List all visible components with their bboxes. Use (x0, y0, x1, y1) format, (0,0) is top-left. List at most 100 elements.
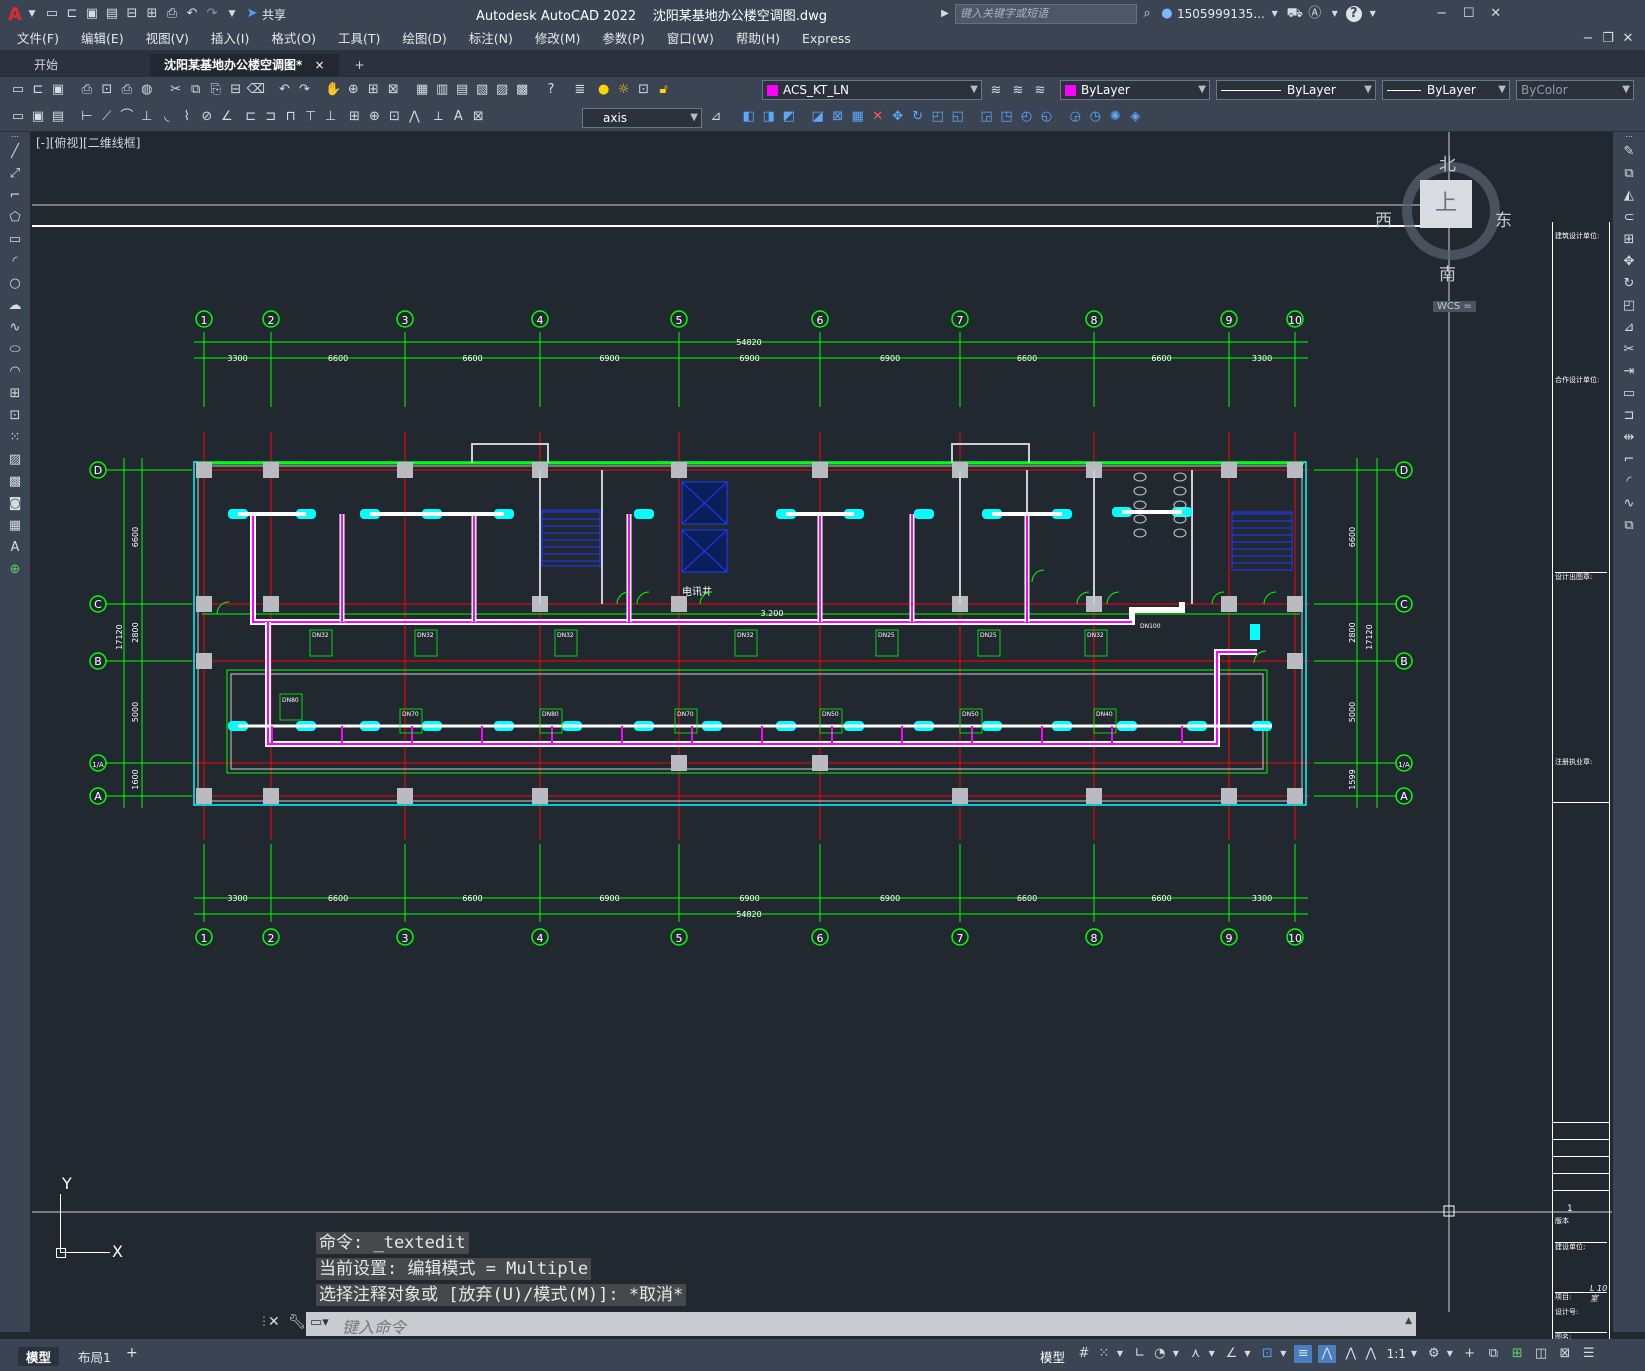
menu-express[interactable]: Express (791, 28, 862, 50)
offset-icon[interactable]: ⊂ (1619, 208, 1639, 228)
app-logo[interactable]: A (8, 4, 22, 25)
explode-icon[interactable]: ✺ (1106, 108, 1124, 126)
redo-icon[interactable]: ↷ (295, 81, 313, 99)
chevron-down-icon[interactable]: ▼ (1115, 1345, 1125, 1363)
doc-restore-icon[interactable]: ❐ (1599, 30, 1617, 48)
move-icon[interactable]: ✥ (889, 108, 907, 126)
match-icon[interactable]: ⊟ (227, 81, 245, 99)
dim-break-icon[interactable]: ⊥ (322, 108, 340, 126)
offset-icon[interactable]: ⊠ (829, 108, 847, 126)
workspace-icon[interactable]: ⚙ (1425, 1345, 1443, 1363)
erase-icon[interactable]: ✕ (869, 108, 887, 126)
compass-north[interactable]: 北 (1439, 150, 1456, 175)
layer-prev-icon[interactable]: ≋ (1009, 82, 1027, 100)
extend-icon[interactable]: ⇥ (1619, 362, 1639, 382)
zoom-realtime-icon[interactable]: ⊕ (344, 81, 362, 99)
zoom-prev-icon[interactable]: ⊠ (384, 81, 402, 99)
menu-edit[interactable]: 编辑(E) (70, 28, 135, 50)
stretch-icon[interactable]: ⊿ (1619, 318, 1639, 338)
fillet-icon[interactable]: ◜ (1619, 472, 1639, 492)
array-icon[interactable]: ⊞ (1619, 230, 1639, 250)
rectangle-icon[interactable]: ▭ (5, 230, 25, 250)
trim-icon[interactable]: ◲ (977, 108, 995, 126)
dim-style-icon[interactable]: ⊿ (707, 108, 725, 126)
command-input[interactable]: ▭▾ 键入命令 ▲ (306, 1312, 1416, 1337)
qdim-icon[interactable]: ⊏ (242, 108, 260, 126)
new-icon[interactable]: ▭ (9, 81, 27, 99)
open-icon[interactable]: ⊏ (29, 81, 47, 99)
explode-icon[interactable]: ⧉ (1619, 516, 1639, 536)
chevron-down-icon[interactable]: ▼ (1242, 1345, 1252, 1363)
hatch-icon[interactable]: ▨ (5, 450, 25, 470)
minimize-icon[interactable]: − (1433, 5, 1451, 23)
line-icon[interactable]: ╱ (5, 142, 25, 162)
customize-status-icon[interactable]: ☰ (1580, 1345, 1598, 1363)
snap-icon[interactable]: ⁙ (1095, 1345, 1113, 1363)
3d-wedge-icon[interactable]: ◨ (760, 108, 778, 126)
publish-icon[interactable]: ⎙ (118, 81, 136, 99)
add-layout-button[interactable]: + (126, 1345, 138, 1361)
rotate-icon[interactable]: ↻ (1619, 274, 1639, 294)
compass-south[interactable]: 南 (1439, 260, 1456, 285)
customize-icon[interactable]: ▼ (223, 5, 241, 23)
dim-aligned-icon[interactable]: ⟋ (98, 108, 116, 126)
print-icon[interactable]: ⎙ (163, 5, 181, 23)
rotate-icon[interactable]: ↻ (909, 108, 927, 126)
share-button[interactable]: 共享 (262, 6, 286, 23)
dimstyle-dropdown[interactable]: axis ▼ (582, 108, 702, 128)
dim-angular-icon[interactable]: ∠ (218, 108, 236, 126)
close-command-icon[interactable]: ✕ (268, 1314, 280, 1330)
dim-update-icon[interactable]: ⊠ (469, 108, 487, 126)
units-icon[interactable]: ⧉ (1484, 1345, 1502, 1363)
fullscreen-icon[interactable]: ⊠ (1556, 1345, 1574, 1363)
chamfer-icon[interactable]: ◶ (1066, 108, 1084, 126)
web-icon[interactable]: ◍ (138, 81, 156, 99)
menu-dimension[interactable]: 标注(N) (458, 28, 524, 50)
gradient-icon[interactable]: ▩ (5, 472, 25, 492)
grid-icon[interactable]: # (1075, 1345, 1093, 1363)
menu-window[interactable]: 窗口(W) (656, 28, 725, 50)
doc-close-icon[interactable]: ✕ (1619, 30, 1637, 48)
chevron-up-icon[interactable]: ▲ (1405, 1316, 1412, 1326)
insert-block-icon[interactable]: ⊞ (5, 384, 25, 404)
tab-start[interactable]: 开始 (20, 54, 148, 76)
brush-icon[interactable]: ⌫ (247, 81, 265, 99)
search-input[interactable]: 键入关键字或短语 (954, 4, 1137, 24)
3d-copy-icon[interactable]: ◩ (780, 108, 798, 126)
chevron-down-icon[interactable]: ▼ (1171, 1345, 1181, 1363)
blend-icon[interactable]: ∿ (1619, 494, 1639, 514)
break-icon[interactable]: ⊐ (1619, 406, 1639, 426)
dim-baseline-icon[interactable]: ⊐ (262, 108, 280, 126)
menu-help[interactable]: 帮助(H) (725, 28, 791, 50)
lineweight-dropdown[interactable]: ByLayer ▼ (1382, 80, 1510, 100)
lineweight-toggle-icon[interactable]: ≡ (1294, 1345, 1313, 1363)
add-selected-icon[interactable]: ⊕ (5, 560, 25, 580)
qnew-icon[interactable]: ▭ (9, 108, 27, 126)
erase-icon[interactable]: ✎ (1619, 142, 1639, 162)
wblock-icon[interactable]: ▤ (49, 108, 67, 126)
sheetset-icon[interactable]: ▧ (473, 81, 491, 99)
annotation-visibility-icon[interactable]: ⋀ (1317, 1345, 1336, 1363)
chevron-down-icon[interactable]: ▼ (23, 5, 41, 23)
properties-icon[interactable]: ▦ (413, 81, 431, 99)
dim-ordinate-icon[interactable]: ⊥ (138, 108, 156, 126)
chevron-down-icon[interactable]: ▼ (1409, 1345, 1419, 1363)
ortho-icon[interactable]: ∟ (1131, 1345, 1149, 1363)
command-prompt-icon[interactable]: ▭▾ (310, 1315, 329, 1330)
dim-edit-icon[interactable]: ⟂ (429, 108, 447, 126)
join-icon[interactable]: ⇹ (1619, 428, 1639, 448)
preview-icon[interactable]: ⊡ (98, 81, 116, 99)
scale-value[interactable]: 1:1 (1387, 1347, 1406, 1361)
3d-box-icon[interactable]: ◧ (740, 108, 758, 126)
dim-space-icon[interactable]: ⊤ (302, 108, 320, 126)
maximize-icon[interactable]: ☐ (1460, 5, 1478, 23)
tab-close-icon[interactable]: × (314, 58, 324, 72)
polyline-icon[interactable]: ⌐ (5, 186, 25, 206)
help-icon[interactable]: ? (542, 81, 560, 99)
chevron-down-icon[interactable]: ▼ (1364, 5, 1382, 23)
osnap-icon[interactable]: ⊡ (1258, 1345, 1276, 1363)
scale-icon[interactable]: ◰ (929, 108, 947, 126)
auto-scale-icon[interactable]: ⋀ (1342, 1345, 1360, 1363)
copy-icon[interactable]: ⧉ (187, 81, 205, 99)
copy-icon[interactable]: ⧉ (1619, 164, 1639, 184)
